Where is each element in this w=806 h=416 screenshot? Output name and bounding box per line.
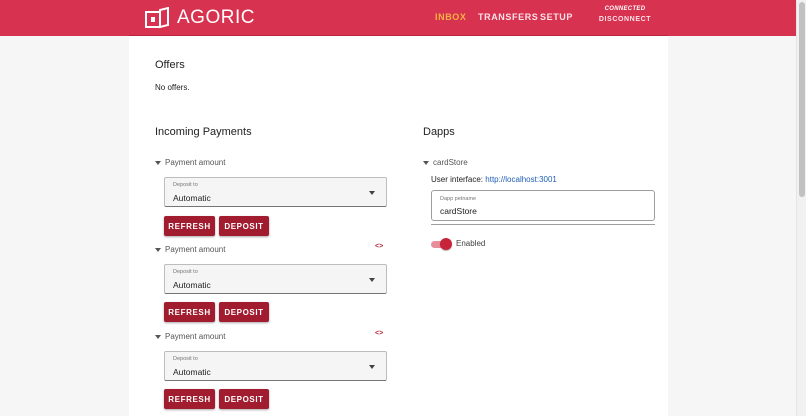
scrollbar-thumb[interactable] [799, 2, 805, 197]
toggle-thumb [440, 238, 452, 250]
field-value: cardStore [440, 206, 477, 216]
nav-transfers[interactable]: TRANSFERS [478, 12, 538, 22]
select-label: Deposit to [173, 356, 198, 362]
agoric-logo[interactable]: AGORIC [145, 6, 255, 30]
expand-caret-icon [155, 160, 161, 165]
offers-title: Offers [155, 59, 185, 71]
code-icon[interactable]: <> [375, 243, 383, 250]
payment-summary: Payment amount [165, 332, 226, 341]
enabled-label: Enabled [456, 239, 486, 248]
dropdown-arrow-icon [369, 191, 375, 195]
dapps-title: Dapps [423, 126, 455, 138]
dapp-ui-row: User interface: http://localhost:3001 [431, 175, 557, 184]
expand-caret-icon [155, 247, 161, 252]
payment-accordion-1[interactable]: Payment amount [155, 158, 225, 167]
disconnect-button[interactable]: DISCONNECT [595, 16, 655, 23]
nav-setup[interactable]: SETUP [540, 12, 573, 22]
field-underline [431, 224, 655, 225]
dropdown-arrow-icon [369, 365, 375, 369]
agoric-logo-icon [145, 7, 169, 29]
field-label: Dapp petname [440, 196, 477, 202]
connection-status: CONNECTED [604, 6, 646, 12]
deposit-button-1[interactable]: DEPOSIT [219, 216, 269, 236]
offers-empty-text: No offers. [155, 83, 190, 92]
dapp-enabled-toggle[interactable] [430, 238, 452, 250]
app-bar-inner: AGORIC INBOX TRANSFERS SETUP CONNECTED D… [129, 0, 668, 36]
incoming-payments-title: Incoming Payments [155, 126, 252, 138]
nav-inbox[interactable]: INBOX [435, 12, 467, 22]
select-label: Deposit to [173, 182, 198, 188]
dapp-accordion-cardstore[interactable]: cardStore [423, 158, 468, 167]
code-icon[interactable]: <> [375, 330, 383, 337]
select-value: Automatic [173, 193, 211, 203]
payment-summary: Payment amount [165, 158, 226, 167]
main-content: Offers No offers. Incoming Payments Paym… [129, 36, 668, 416]
app-bar: AGORIC INBOX TRANSFERS SETUP CONNECTED D… [0, 0, 796, 36]
connection-status-block: CONNECTED DISCONNECT [595, 6, 655, 23]
select-value: Automatic [173, 280, 211, 290]
dapp-ui-label: User interface: [431, 175, 484, 184]
dapp-ui-link[interactable]: http://localhost:3001 [485, 175, 557, 184]
deposit-button-3[interactable]: DEPOSIT [219, 389, 269, 409]
payment-summary: Payment amount [165, 245, 226, 254]
dapp-name: cardStore [433, 158, 468, 167]
vertical-scrollbar[interactable] [796, 0, 806, 416]
refresh-button-1[interactable]: REFRESH [164, 216, 215, 236]
expand-caret-icon [423, 160, 429, 165]
deposit-to-select-1[interactable]: Deposit to Automatic [164, 177, 387, 207]
deposit-to-select-2[interactable]: Deposit to Automatic [164, 264, 387, 294]
select-label: Deposit to [173, 269, 198, 275]
select-value: Automatic [173, 367, 211, 377]
payment-accordion-2[interactable]: Payment amount [155, 245, 225, 254]
refresh-button-3[interactable]: REFRESH [164, 389, 215, 409]
deposit-to-select-3[interactable]: Deposit to Automatic [164, 351, 387, 381]
app-viewport: AGORIC INBOX TRANSFERS SETUP CONNECTED D… [0, 0, 796, 416]
refresh-button-2[interactable]: REFRESH [164, 302, 215, 322]
dropdown-arrow-icon [369, 278, 375, 282]
dapp-petname-field[interactable]: Dapp petname cardStore [431, 190, 655, 221]
expand-caret-icon [155, 334, 161, 339]
payment-accordion-3[interactable]: Payment amount [155, 332, 225, 341]
logo-text: AGORIC [177, 7, 255, 28]
deposit-button-2[interactable]: DEPOSIT [219, 302, 269, 322]
